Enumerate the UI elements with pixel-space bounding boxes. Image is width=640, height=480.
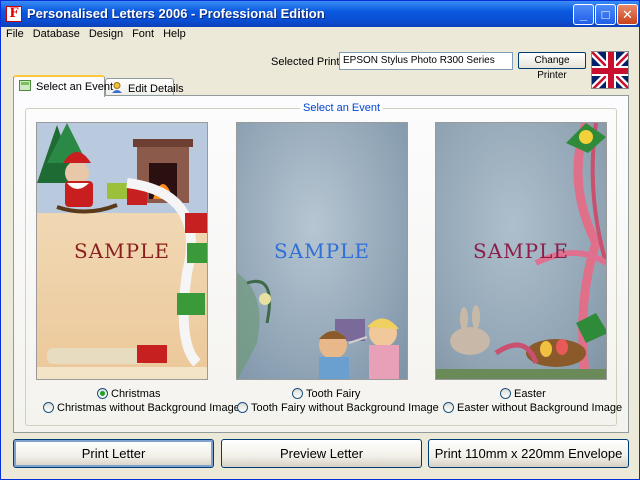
radio-tooth-fairy-no-bg[interactable]: Tooth Fairy without Background Image — [237, 402, 439, 414]
radio-christmas-no-bg[interactable]: Christmas without Background Image — [43, 402, 240, 414]
tooth-fairy-letter-preview[interactable]: SAMPLE — [236, 122, 408, 380]
selected-printer-label: Selected Printer — [271, 56, 350, 68]
radio-tooth-fairy[interactable]: Tooth Fairy — [292, 388, 360, 400]
radio-christmas-indicator[interactable] — [97, 388, 108, 399]
selected-printer-field[interactable]: EPSON Stylus Photo R300 Series — [339, 52, 513, 70]
union-jack-flag-icon[interactable] — [591, 51, 629, 89]
menu-font[interactable]: Font — [127, 27, 158, 40]
radio-tooth-fairy-label: Tooth Fairy — [306, 388, 361, 400]
menu-database[interactable]: Database — [28, 27, 84, 40]
print-letter-button[interactable]: Print Letter — [13, 439, 214, 468]
print-envelope-button[interactable]: Print 110mm x 220mm Envelope — [428, 439, 629, 468]
menu-bar: File Database Design Font Help — [1, 27, 639, 43]
radio-easter-indicator[interactable] — [500, 388, 511, 399]
minimize-icon: _ — [579, 7, 588, 22]
radio-easter[interactable]: Easter — [500, 388, 546, 400]
select-event-panel: Select an Event SAMPLE SAMPLE SAMPLE Chr… — [13, 95, 629, 433]
tooth-fairy-sample-text: SAMPLE — [274, 239, 370, 263]
app-window: F Personalised Letters 2006 - Profession… — [0, 0, 640, 480]
tab-edit-details-label: Edit Details — [128, 83, 184, 95]
close-button[interactable]: ✕ — [617, 4, 638, 25]
radio-christmas-no-bg-indicator[interactable] — [43, 402, 54, 413]
christmas-sample-text: SAMPLE — [74, 239, 170, 263]
radio-easter-label: Easter — [514, 388, 546, 400]
menu-design[interactable]: Design — [84, 27, 127, 40]
event-tab-icon — [19, 80, 31, 91]
change-printer-button[interactable]: Change Printer — [518, 52, 586, 81]
radio-tooth-fairy-no-bg-label: Tooth Fairy without Background Image — [251, 402, 439, 414]
close-icon: ✕ — [622, 7, 633, 22]
christmas-letter-preview[interactable]: SAMPLE — [36, 122, 208, 380]
minimize-button[interactable]: _ — [573, 4, 594, 25]
window-title: Personalised Letters 2006 - Professional… — [27, 6, 325, 21]
maximize-button[interactable]: □ — [595, 4, 616, 25]
radio-christmas[interactable]: Christmas — [97, 388, 161, 400]
radio-christmas-label: Christmas — [111, 388, 161, 400]
radio-tooth-fairy-indicator[interactable] — [292, 388, 303, 399]
easter-sample-text: SAMPLE — [473, 239, 569, 263]
easter-letter-preview[interactable]: SAMPLE — [435, 122, 607, 380]
radio-easter-no-bg[interactable]: Easter without Background Image — [443, 402, 622, 414]
radio-easter-no-bg-label: Easter without Background Image — [457, 402, 623, 414]
radio-christmas-no-bg-label: Christmas without Background Image — [57, 402, 240, 414]
tab-select-event[interactable]: Select an Event — [13, 75, 113, 97]
radio-easter-no-bg-indicator[interactable] — [443, 402, 454, 413]
menu-help[interactable]: Help — [158, 27, 190, 40]
menu-file[interactable]: File — [1, 27, 28, 40]
title-bar[interactable]: F Personalised Letters 2006 - Profession… — [1, 1, 639, 27]
maximize-icon: □ — [601, 7, 610, 22]
preview-letter-button[interactable]: Preview Letter — [221, 439, 422, 468]
radio-tooth-fairy-no-bg-indicator[interactable] — [237, 402, 248, 413]
app-logo-icon: F — [6, 6, 22, 22]
flag-graphic — [592, 52, 628, 88]
event-group-title: Select an Event — [300, 102, 384, 114]
tab-select-event-label: Select an Event — [36, 81, 114, 93]
